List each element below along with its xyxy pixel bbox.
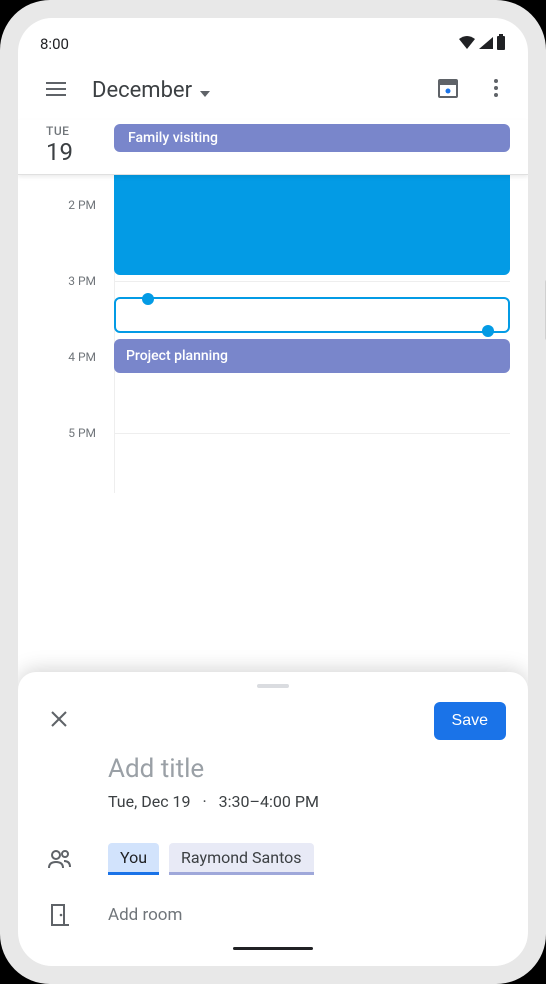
app-header: December — [18, 60, 528, 120]
status-time: 8:00 — [40, 35, 69, 53]
event-date: Tue, Dec 19 — [108, 792, 191, 811]
calendar-event-blue[interactable] — [114, 175, 510, 275]
separator-dot: · — [203, 792, 207, 811]
title-input[interactable]: Add title — [108, 754, 500, 784]
time-slot: 5 PM — [18, 433, 528, 493]
day-header: TUE 19 Family visiting — [18, 120, 528, 175]
time-label — [18, 175, 114, 198]
wifi-icon — [458, 35, 476, 54]
add-room-label: Add room — [108, 905, 182, 925]
allday-event-title: Family visiting — [128, 130, 218, 146]
day-label[interactable]: TUE 19 — [18, 120, 114, 174]
event-time: 3:30–4:00 PM — [219, 792, 319, 811]
timeline[interactable]: 2 PM 3 PM 4 PM 5 PM — [18, 175, 528, 493]
nav-bar-indicator[interactable] — [233, 947, 313, 950]
today-button[interactable] — [428, 70, 468, 110]
room-icon — [46, 903, 74, 927]
device-frame: 8:00 December — [0, 0, 546, 984]
battery-icon — [496, 34, 506, 54]
calendar-event-project[interactable]: Project planning — [114, 339, 510, 373]
sheet-drag-handle[interactable] — [257, 684, 289, 688]
time-label: 4 PM — [18, 350, 114, 426]
more-vert-icon — [494, 79, 498, 101]
more-options-button[interactable] — [476, 70, 516, 110]
dropdown-icon — [200, 78, 210, 103]
time-label: 5 PM — [18, 426, 114, 493]
save-button[interactable]: Save — [434, 702, 506, 740]
day-number: 19 — [46, 138, 114, 166]
calendar-icon — [437, 77, 459, 103]
status-bar: 8:00 — [18, 18, 528, 60]
allday-column: Family visiting — [114, 120, 528, 174]
guest-chip-person[interactable]: Raymond Santos — [169, 843, 314, 875]
close-icon — [50, 709, 68, 734]
new-event-selection[interactable] — [114, 297, 510, 333]
drag-handle-end[interactable] — [482, 325, 494, 337]
day-weekday: TUE — [46, 124, 114, 138]
close-button[interactable] — [44, 706, 74, 736]
time-label: 2 PM — [18, 198, 114, 274]
room-row[interactable]: Add room — [18, 889, 528, 941]
status-icons — [458, 34, 506, 54]
guest-chip-you[interactable]: You — [108, 843, 159, 875]
datetime-row[interactable]: Tue, Dec 19 · 3:30–4:00 PM — [108, 792, 500, 811]
hamburger-menu-button[interactable] — [36, 70, 76, 110]
drag-handle-start[interactable] — [142, 293, 154, 305]
screen: 8:00 December — [18, 18, 528, 966]
people-icon — [46, 849, 74, 869]
month-selector[interactable]: December — [84, 78, 420, 103]
time-label: 3 PM — [18, 274, 114, 350]
guests-row[interactable]: You Raymond Santos — [18, 829, 528, 889]
allday-event[interactable]: Family visiting — [114, 124, 510, 152]
menu-icon — [46, 81, 66, 100]
event-create-sheet: Save Add title Tue, Dec 19 · 3:30–4:00 P… — [18, 672, 528, 966]
month-label: December — [92, 78, 192, 103]
event-title: Project planning — [126, 348, 228, 364]
cellular-icon — [478, 35, 494, 54]
